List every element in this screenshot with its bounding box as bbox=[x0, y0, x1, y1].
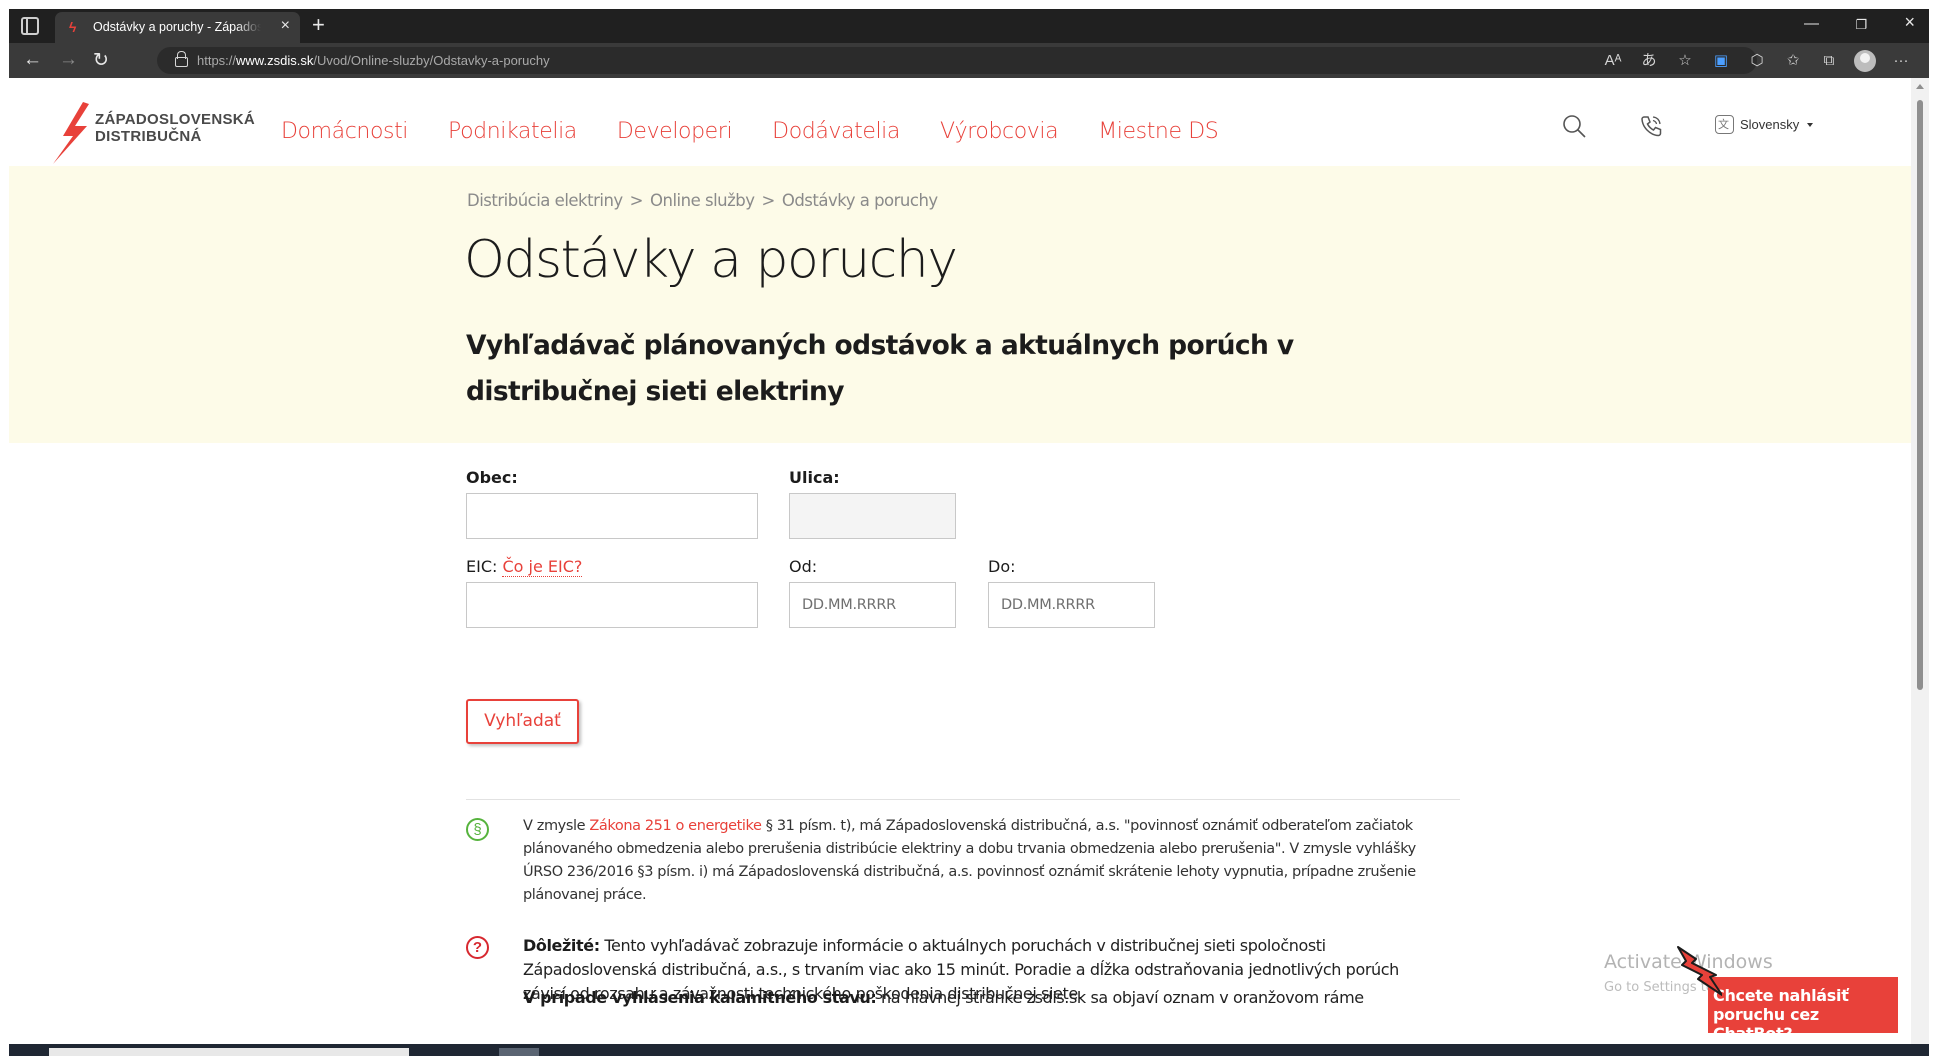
breadcrumb-item[interactable]: Distribúcia elektriny bbox=[467, 191, 623, 210]
tab-close-icon[interactable]: × bbox=[281, 17, 290, 35]
calamity-label: V prípade vyhlásenia kalamitného stavu: bbox=[523, 988, 877, 1007]
law-link[interactable]: Zákona 251 o energetike bbox=[589, 818, 762, 834]
do-date-input[interactable]: DD.MM.RRRR bbox=[988, 582, 1155, 628]
new-tab-icon[interactable]: + bbox=[312, 12, 325, 38]
lock-icon[interactable] bbox=[175, 51, 188, 67]
main-nav: Domácnosti Podnikatelia Developeri Dodáv… bbox=[281, 119, 1219, 144]
window-minimize-icon[interactable]: — bbox=[1804, 15, 1819, 32]
breadcrumb-current: Odstávky a poruchy bbox=[781, 191, 938, 210]
phone-icon[interactable] bbox=[1639, 114, 1663, 138]
calamity-text: na hlavnej stránke zsdis.sk sa objaví oz… bbox=[876, 988, 1364, 1007]
law-prefix: V zmysle bbox=[523, 818, 590, 834]
extension-ui-icon[interactable]: ▣ bbox=[1703, 50, 1739, 72]
forward-icon[interactable]: → bbox=[59, 49, 78, 71]
od-date-input[interactable]: DD.MM.RRRR bbox=[789, 582, 956, 628]
nav-dodavatelia[interactable]: Dodávatelia bbox=[772, 119, 900, 144]
nav-domacnosti[interactable]: Domácnosti bbox=[281, 119, 408, 144]
search-button[interactable]: Vyhľadať bbox=[466, 699, 579, 744]
translate-icon[interactable]: あ bbox=[1631, 50, 1667, 72]
window-close-icon[interactable]: × bbox=[1904, 12, 1915, 33]
site-logo-text[interactable]: ZÁPADOSLOVENSKÁ DISTRIBUČNÁ bbox=[95, 111, 255, 145]
language-label: Slovensky bbox=[1740, 117, 1800, 132]
zsdis-logo-bolt-icon[interactable] bbox=[53, 102, 97, 164]
tab-actions-icon[interactable] bbox=[21, 17, 39, 35]
nav-developeri[interactable]: Developeri bbox=[617, 119, 733, 144]
back-icon[interactable]: ← bbox=[23, 49, 42, 71]
reload-icon[interactable]: ↻ bbox=[93, 49, 109, 72]
chatbot-button[interactable]: Chcete nahlásiť poruchu cez ChatBot? bbox=[1708, 977, 1898, 1043]
important-label: Dôležité: bbox=[523, 936, 600, 955]
logo-line-1: ZÁPADOSLOVENSKÁ bbox=[95, 111, 256, 128]
obec-input[interactable] bbox=[466, 493, 758, 539]
obec-label: Obec: bbox=[466, 468, 518, 487]
taskbar-item[interactable] bbox=[499, 1048, 539, 1056]
language-icon bbox=[1715, 115, 1734, 134]
paragraph-law-icon: § bbox=[466, 818, 489, 841]
divider bbox=[466, 799, 1460, 800]
search-icon[interactable] bbox=[1562, 114, 1586, 138]
scroll-up-icon[interactable] bbox=[1916, 84, 1924, 89]
read-aloud-icon[interactable]: Aᴬ bbox=[1595, 50, 1631, 72]
window-restore-icon[interactable]: ❐ bbox=[1855, 17, 1867, 33]
do-label: Do: bbox=[988, 557, 1016, 576]
eic-help-link[interactable]: Čo je EIC? bbox=[502, 557, 583, 577]
eic-input[interactable] bbox=[466, 582, 758, 628]
language-selector[interactable]: Slovensky bbox=[1715, 115, 1814, 134]
url-text[interactable]: https://www.zsdis.sk/Uvod/Online-sluzby/… bbox=[197, 53, 550, 68]
profile-avatar[interactable] bbox=[1854, 50, 1876, 72]
logo-line-2: DISTRIBUČNÁ bbox=[95, 128, 202, 145]
breadcrumb-separator: > bbox=[629, 191, 644, 210]
nav-podnikatelia[interactable]: Podnikatelia bbox=[448, 119, 577, 144]
eic-label: EIC: Čo je EIC? bbox=[466, 557, 583, 577]
page-title: Odstávky a poruchy bbox=[464, 230, 958, 290]
breadcrumb-separator: > bbox=[761, 191, 776, 210]
nav-miestne-ds[interactable]: Miestne DS bbox=[1098, 119, 1219, 144]
favorites-icon[interactable]: ✩ bbox=[1775, 50, 1811, 72]
page-scrollbar[interactable] bbox=[1911, 78, 1929, 1044]
taskbar bbox=[9, 1044, 1929, 1056]
collections-icon[interactable]: ⧉ bbox=[1811, 50, 1847, 72]
od-label: Od: bbox=[789, 557, 818, 576]
scrollbar-thumb[interactable] bbox=[1917, 100, 1923, 690]
browser-tools: Aᴬ あ ☆ ▣ ⬡ ✩ ⧉ ··· bbox=[1595, 50, 1919, 72]
ulica-label: Ulica: bbox=[789, 468, 840, 487]
page-hero: Distribúcia elektriny > Online služby > Odst… bbox=[9, 166, 1911, 443]
eic-label-text: EIC: bbox=[466, 557, 498, 576]
chatbot-bolt-icon[interactable] bbox=[1676, 945, 1722, 997]
extensions-icon[interactable]: ⬡ bbox=[1739, 50, 1775, 72]
breadcrumb: Distribúcia elektriny > Online služby > Odst… bbox=[467, 191, 938, 210]
more-menu-icon[interactable]: ··· bbox=[1883, 50, 1919, 72]
address-bar[interactable]: https://www.zsdis.sk/Uvod/Online-sluzby/… bbox=[157, 47, 1757, 74]
favorite-add-icon[interactable]: ☆ bbox=[1667, 50, 1703, 72]
chevron-down-icon bbox=[1807, 122, 1814, 127]
calamity-notice: V prípade vyhlásenia kalamitného stavu: … bbox=[523, 986, 1423, 1010]
browser-toolbar: ← → ↻ https://www.zsdis.sk/Uvod/Online-s… bbox=[9, 43, 1929, 78]
web-page: ZÁPADOSLOVENSKÁ DISTRIBUČNÁ Domácnosti P… bbox=[9, 78, 1911, 1044]
question-icon: ? bbox=[466, 936, 489, 959]
page-subtitle: Vyhľadávač plánovaných odstávok a aktuál… bbox=[466, 330, 1294, 407]
browser-tab[interactable]: ϟ Odstávky a poruchy - Západoslovenská d… bbox=[55, 12, 300, 43]
site-header: ZÁPADOSLOVENSKÁ DISTRIBUČNÁ Domácnosti P… bbox=[9, 78, 1911, 166]
favicon-bolt-icon: ϟ bbox=[69, 19, 77, 35]
tab-title: Odstávky a poruchy - Západoslovenská dis… bbox=[93, 20, 261, 34]
taskbar-item[interactable] bbox=[49, 1048, 409, 1056]
browser-tabbar: ϟ Odstávky a poruchy - Západoslovenská d… bbox=[9, 9, 1929, 43]
ulica-input[interactable] bbox=[789, 493, 956, 539]
law-notice: V zmysle Zákona 251 o energetike § 31 pí… bbox=[523, 815, 1423, 907]
breadcrumb-item[interactable]: Online služby bbox=[650, 191, 755, 210]
nav-vyrobcovia[interactable]: Výrobcovia bbox=[940, 119, 1059, 144]
